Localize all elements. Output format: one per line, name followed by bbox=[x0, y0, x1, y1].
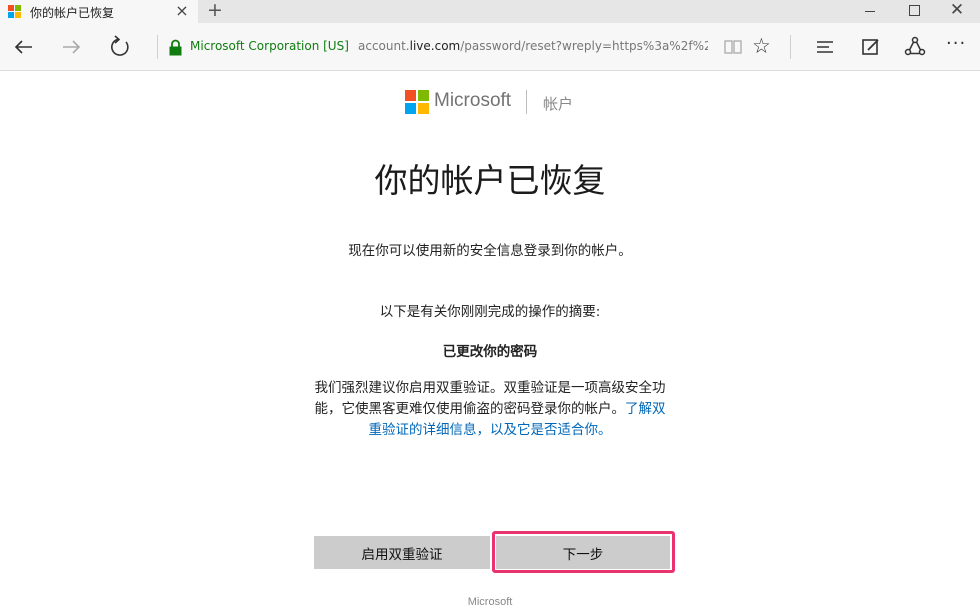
tab-close-icon[interactable]: × bbox=[173, 1, 191, 20]
page-content: Microsoft 帐户 你的帐户已恢复 现在你可以使用新的安全信息登录到你的帐… bbox=[0, 72, 980, 609]
forward-arrow-icon[interactable] bbox=[57, 33, 85, 61]
divider bbox=[157, 35, 158, 59]
summary-item: 已更改你的密码 bbox=[442, 344, 538, 360]
microsoft-favicon-icon bbox=[8, 5, 21, 18]
url-input[interactable]: account.live.com/password/reset?wreply=h… bbox=[358, 39, 708, 53]
two-factor-recommendation: 我们强烈建议你启用双重验证。双重验证是一项高级安全功能，它使黑客更难仅使用偷盗的… bbox=[314, 380, 666, 438]
lock-icon[interactable] bbox=[168, 39, 183, 56]
window-close-icon[interactable]: ✕ bbox=[944, 0, 970, 22]
hub-icon[interactable] bbox=[814, 36, 836, 58]
divider bbox=[790, 35, 791, 59]
new-tab-icon[interactable]: + bbox=[205, 0, 225, 21]
reading-view-icon[interactable] bbox=[723, 37, 743, 57]
tab-title: 你的帐户已恢复 bbox=[30, 6, 115, 20]
browser-tab[interactable]: 你的帐户已恢复 × bbox=[0, 0, 198, 23]
maximize-icon[interactable] bbox=[902, 0, 926, 22]
brand-name: Microsoft bbox=[434, 90, 512, 111]
enable-2fa-button[interactable]: 启用双重验证 bbox=[314, 536, 490, 569]
highlight-box bbox=[492, 531, 675, 573]
summary-intro: 以下是有关你刚刚完成的操作的摘要: bbox=[379, 304, 601, 320]
microsoft-logo-icon bbox=[405, 90, 429, 114]
brand-section: 帐户 bbox=[543, 95, 574, 113]
page-title: 你的帐户已恢复 bbox=[374, 161, 606, 200]
refresh-icon[interactable] bbox=[106, 33, 134, 61]
share-icon[interactable] bbox=[903, 35, 927, 59]
web-note-icon[interactable] bbox=[860, 36, 882, 58]
footer-brand: Microsoft bbox=[467, 596, 513, 608]
back-arrow-icon[interactable] bbox=[10, 33, 38, 61]
more-icon[interactable]: ··· bbox=[946, 33, 966, 54]
address-bar: Microsoft Corporation [US] account.live.… bbox=[0, 23, 980, 71]
info-text: 现在你可以使用新的安全信息登录到你的帐户。 bbox=[348, 243, 632, 259]
logo-divider bbox=[526, 90, 527, 114]
minimize-icon[interactable] bbox=[858, 0, 882, 22]
site-identity[interactable]: Microsoft Corporation [US] bbox=[190, 39, 349, 53]
tab-bar: 你的帐户已恢复 × + ✕ bbox=[0, 0, 980, 23]
favorite-star-icon[interactable]: ☆ bbox=[752, 34, 771, 58]
